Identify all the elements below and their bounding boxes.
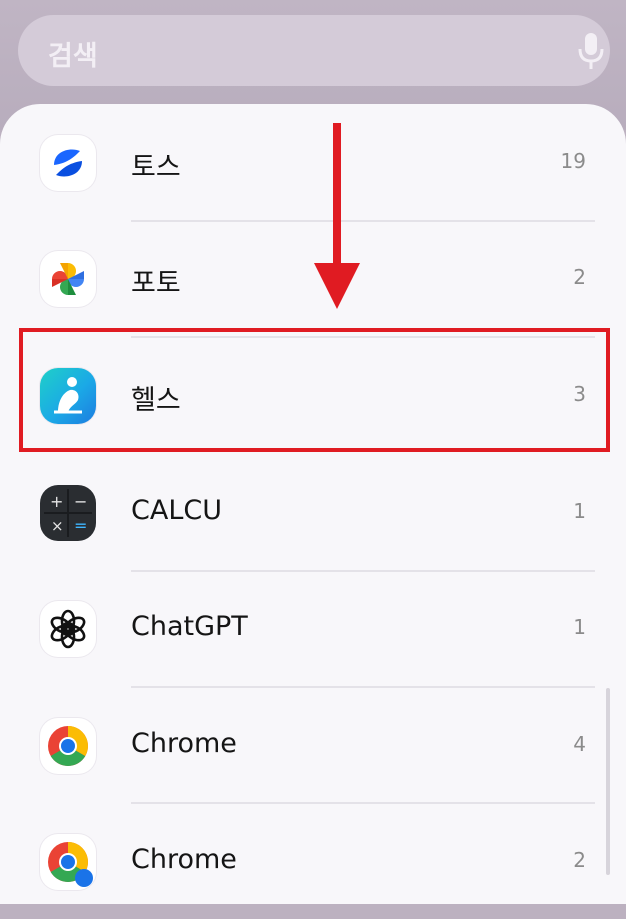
app-name: 토스 <box>131 152 181 183</box>
app-count: 19 <box>560 149 586 173</box>
chrome-icon <box>40 718 96 774</box>
app-name: ChatGPT <box>131 611 248 642</box>
search-bar[interactable]: 검색 <box>18 15 610 86</box>
app-count: 4 <box>573 732 586 756</box>
list-item-chrome[interactable]: Chrome 4 <box>0 687 626 803</box>
app-count: 1 <box>573 615 586 639</box>
app-count: 1 <box>573 499 586 523</box>
list-item-chatgpt[interactable]: ChatGPT 1 <box>0 570 626 686</box>
photos-icon <box>40 251 96 307</box>
microphone-icon[interactable] <box>576 31 606 71</box>
app-count: 2 <box>573 265 586 289</box>
app-count: 2 <box>573 848 586 872</box>
svg-text:×: × <box>51 517 64 535</box>
search-placeholder: 검색 <box>48 41 98 72</box>
svg-text:=: = <box>74 516 87 535</box>
svg-text:+: + <box>50 492 63 511</box>
app-name: CALCU <box>131 495 222 526</box>
scrollbar[interactable] <box>606 688 610 875</box>
chrome-icon <box>40 834 96 890</box>
calculator-icon: + − × = <box>40 485 96 541</box>
app-name: Chrome <box>131 844 237 875</box>
app-name: 포토 <box>131 268 181 299</box>
toss-icon <box>40 135 96 191</box>
svg-text:−: − <box>74 492 87 511</box>
down-arrow-annotation <box>312 123 362 309</box>
chatgpt-icon <box>40 601 96 657</box>
highlight-box <box>19 328 610 452</box>
list-item-chrome-2[interactable]: Chrome 2 <box>0 803 626 919</box>
app-name: Chrome <box>131 728 237 759</box>
list-item-calcu[interactable]: + − × = CALCU 1 <box>0 454 626 570</box>
